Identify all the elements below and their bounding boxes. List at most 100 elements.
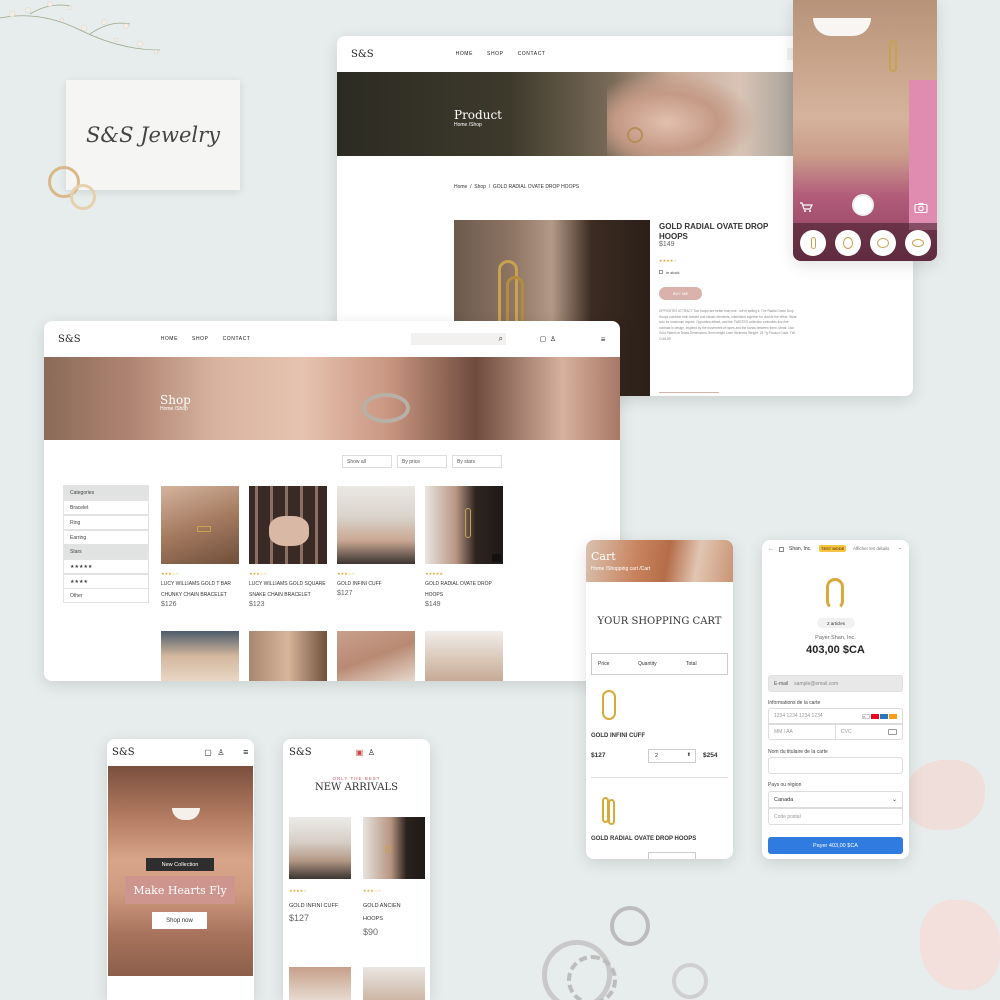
- product-breadcrumb[interactable]: Home / Shop / GOLD RADIAL OVATE DROP HOO…: [454, 184, 579, 190]
- product-4-name-line2[interactable]: HOOPS: [425, 592, 443, 598]
- try-on-option-3[interactable]: [870, 230, 896, 256]
- filter-show-all[interactable]: Show all: [342, 455, 392, 468]
- arrivals-title: NEW ARRIVALS: [315, 782, 398, 793]
- product-image-7[interactable]: [337, 631, 415, 681]
- card-number-input[interactable]: 1234 1234 1234 1234 V: [768, 708, 903, 724]
- search-icon[interactable]: ⌕: [499, 334, 504, 344]
- postal-code-input[interactable]: Code postal: [768, 808, 903, 825]
- site-logo[interactable]: S&S: [112, 747, 135, 758]
- arrival-image-2[interactable]: [363, 817, 425, 879]
- cart-item-1-name: GOLD INFINI CUFF: [591, 733, 645, 739]
- arrival-image-3[interactable]: [289, 967, 351, 1000]
- arrival-2-name-line2[interactable]: HOOPS: [363, 916, 383, 922]
- cvc-card-icon: [888, 729, 897, 735]
- shop-hero-crumb: Home /Shop: [160, 406, 188, 412]
- nav-contact[interactable]: CONTACT: [518, 51, 546, 57]
- product-2-name[interactable]: LUCY WILLIAMS GOLD SQUARE: [249, 581, 326, 587]
- site-logo[interactable]: S&S: [351, 49, 374, 60]
- back-arrow-icon[interactable]: ←: [768, 546, 774, 552]
- try-on-option-4[interactable]: [905, 230, 931, 256]
- product-image-8[interactable]: [425, 631, 503, 681]
- category-other[interactable]: Other: [63, 588, 149, 603]
- hero-headline: Make Hearts Fly: [125, 876, 235, 904]
- expiry-input[interactable]: MM / AA: [768, 724, 836, 740]
- chevron-down-icon[interactable]: ⌄: [898, 545, 902, 551]
- site-logo[interactable]: S&S: [58, 334, 81, 345]
- site-logo[interactable]: S&S: [289, 747, 312, 758]
- arrival-1-name[interactable]: GOLD INFINI CUFF: [289, 903, 338, 909]
- postal-placeholder: Code postal: [774, 813, 801, 820]
- cart-item-1-price: $127: [591, 752, 606, 759]
- shop-hero-image: [44, 357, 620, 440]
- product-image-3[interactable]: [337, 486, 415, 564]
- silver-hoop-decor-3: [610, 906, 650, 946]
- rose-petal-2: [920, 900, 1000, 990]
- menu-icon[interactable]: ≡: [601, 335, 606, 344]
- shutter-button[interactable]: [852, 194, 874, 216]
- cart-icon[interactable]: [799, 199, 813, 212]
- search-input[interactable]: ⌕: [410, 333, 506, 345]
- product-2-name-line2[interactable]: SNAKE CHAIN BRACELET: [249, 592, 311, 598]
- user-icon[interactable]: ♙: [550, 335, 557, 343]
- cart-item-1-qty-value: 2: [655, 753, 659, 759]
- nav-shop[interactable]: SHOP: [487, 51, 504, 57]
- arrival-2-rating: ★★★☆☆: [363, 888, 381, 893]
- qty-stepper-icon[interactable]: ⬍: [687, 752, 691, 758]
- arrival-2-name[interactable]: GOLD ANCIEN: [363, 903, 401, 909]
- cart-hero-crumb: Home /Shopping cart /Cart: [591, 566, 651, 572]
- shop-page-window: S&S HOME SHOP CONTACT ⌕ ▢ ♙ ≡ Shop Home …: [44, 321, 620, 681]
- product-1-name[interactable]: LUCY WILLIAMS GOLD T BAR: [161, 581, 231, 587]
- product-image-2[interactable]: [249, 486, 327, 564]
- test-mode-badge: TEST MODE: [819, 545, 847, 552]
- cvc-input[interactable]: CVC: [835, 724, 903, 740]
- product-image-1[interactable]: [161, 486, 239, 564]
- nav-contact[interactable]: CONTACT: [223, 336, 251, 342]
- cart-item-2-qty[interactable]: [648, 852, 696, 859]
- cart-table-header: Price Quantity Total: [591, 653, 728, 675]
- product-1-name-line2[interactable]: CHUNKY CHAIN BRACELET: [161, 592, 227, 598]
- arrival-image-1[interactable]: [289, 817, 351, 879]
- camera-icon[interactable]: [914, 200, 928, 214]
- country-select[interactable]: Canada ⌄: [768, 791, 903, 808]
- shop-now-button[interactable]: Shop now: [152, 912, 207, 929]
- baby-breath-flowers: [0, 0, 170, 70]
- product-image-4[interactable]: [425, 486, 503, 564]
- product-3-name[interactable]: GOLD INFINI CUFF: [337, 581, 382, 587]
- show-details-link[interactable]: Afficher les détails: [853, 546, 889, 551]
- product-hero-crumb: Home /Shop: [454, 122, 482, 128]
- user-icon[interactable]: ♙: [217, 748, 225, 757]
- arrival-image-4[interactable]: [363, 967, 425, 1000]
- mobile-hero-image: [108, 766, 253, 976]
- category-bracelet[interactable]: Bracelet: [63, 500, 149, 515]
- product-1-rating: ★★★☆☆: [161, 571, 179, 576]
- cardholder-input[interactable]: [768, 757, 903, 774]
- cart-item-2-image: [602, 797, 616, 825]
- category-earring[interactable]: Earring: [63, 530, 149, 545]
- product-image-6[interactable]: [249, 631, 327, 681]
- buy-me-button[interactable]: BUY ME: [659, 287, 702, 300]
- pay-button[interactable]: Payer 403,00 $CA: [768, 837, 903, 854]
- filter-by-price[interactable]: By price: [397, 455, 447, 468]
- camera-try-on-icon[interactable]: [492, 554, 501, 562]
- user-icon[interactable]: ♙: [368, 748, 376, 757]
- cart-item-1-qty[interactable]: 2 ⬍: [648, 749, 696, 763]
- bag-icon[interactable]: ▣: [356, 748, 364, 757]
- filter-by-stars[interactable]: By stars: [452, 455, 502, 468]
- try-on-option-1[interactable]: [800, 230, 826, 256]
- product-4-name[interactable]: GOLD RADIAL OVATE DROP: [425, 581, 492, 587]
- cart-title: YOUR SHOPPING CART: [597, 616, 722, 627]
- nav-shop[interactable]: SHOP: [192, 336, 209, 342]
- nav-home[interactable]: HOME: [456, 51, 473, 57]
- try-on-option-2[interactable]: [835, 230, 861, 256]
- nav-home[interactable]: HOME: [161, 336, 178, 342]
- product-image-5[interactable]: [161, 631, 239, 681]
- cardholder-label: Nom du titulaire de la carte: [768, 749, 828, 755]
- bag-icon[interactable]: ▢: [204, 748, 212, 757]
- cvc-placeholder: CVC: [841, 729, 852, 735]
- category-ring[interactable]: Ring: [63, 515, 149, 530]
- stars-filter-5[interactable]: ★★★★★: [63, 559, 149, 574]
- email-field[interactable]: E-mail sample@email.com: [768, 675, 903, 692]
- bag-icon[interactable]: ▢: [540, 335, 547, 343]
- menu-icon[interactable]: ≡: [243, 747, 249, 757]
- stars-filter-4[interactable]: ★★★★: [63, 574, 149, 589]
